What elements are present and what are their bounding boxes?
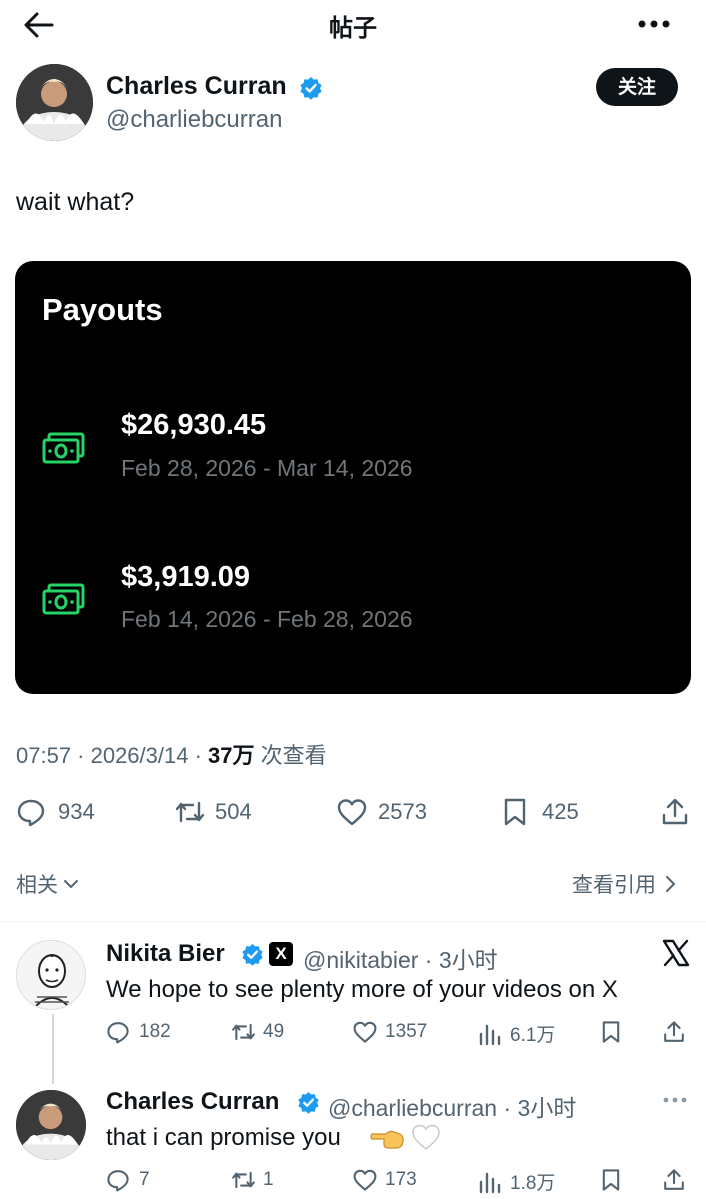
bookmark-button[interactable] — [599, 1168, 623, 1192]
x-logo-icon — [661, 938, 691, 968]
reply-author-name[interactable]: Nikita Bier — [106, 940, 225, 968]
cash-icon — [42, 582, 86, 616]
reply-text: We hope to see plenty more of your video… — [106, 976, 618, 1003]
like-button[interactable]: 2573 — [336, 797, 427, 827]
chevron-right-icon — [664, 874, 678, 894]
cash-icon — [42, 431, 86, 465]
retweet-icon — [230, 1020, 255, 1044]
post-meta: 07:57 · 2026/3/14 · 37万 次查看 — [16, 738, 327, 770]
bookmark-icon — [599, 1020, 623, 1044]
like-button[interactable]: 1357 — [352, 1020, 427, 1044]
reply-icon — [16, 797, 46, 827]
post-text: wait what? — [16, 188, 135, 216]
views-icon — [477, 1170, 501, 1194]
reply-text: that i can promise you — [106, 1124, 341, 1151]
view-quotes-link[interactable]: 查看引用 — [572, 869, 678, 899]
reply-icon — [106, 1020, 130, 1044]
payout-date-range: Feb 14, 2026 - Feb 28, 2026 — [121, 606, 413, 632]
related-dropdown[interactable]: 相关 — [16, 869, 80, 899]
bookmark-icon — [599, 1168, 623, 1192]
follow-button[interactable]: 关注 — [596, 68, 678, 106]
retweet-button[interactable]: 504 — [173, 797, 252, 827]
divider — [0, 921, 706, 922]
share-icon — [662, 1020, 686, 1044]
view-quotes-label: 查看引用 — [572, 873, 656, 897]
pointing-left-emoji — [370, 1122, 406, 1152]
white-heart-emoji — [410, 1122, 442, 1152]
like-icon — [336, 797, 367, 827]
retweet-icon — [230, 1168, 255, 1192]
author-avatar[interactable] — [16, 64, 93, 141]
share-icon — [662, 1168, 686, 1192]
reply-avatar[interactable] — [16, 1090, 86, 1160]
views-button[interactable]: 6.1万 — [477, 1020, 555, 1047]
retweet-button[interactable]: 1 — [230, 1168, 274, 1192]
author-name[interactable]: Charles Curran — [106, 72, 287, 101]
author-handle[interactable]: @charliebcurran — [106, 106, 282, 134]
bookmark-button[interactable]: 425 — [500, 797, 579, 827]
views-button[interactable]: 1.8万 — [477, 1168, 555, 1195]
view-count: 37万 — [208, 743, 255, 768]
chevron-down-icon — [62, 875, 80, 893]
retweet-count: 504 — [215, 799, 252, 824]
more-icon[interactable] — [636, 10, 672, 38]
post-timestamp: 07:57 · 2026/3/14 · — [16, 743, 209, 768]
retweet-count: 1 — [263, 1169, 274, 1190]
share-icon — [660, 797, 690, 827]
view-label: 次查看 — [254, 743, 327, 768]
reply-handle-time[interactable]: @nikitabier · 3小时 — [303, 941, 498, 975]
more-icon[interactable] — [662, 1090, 688, 1110]
reply-button[interactable]: 934 — [16, 797, 95, 827]
like-icon — [352, 1168, 377, 1192]
reply-count: 7 — [139, 1169, 150, 1190]
share-button[interactable] — [662, 1020, 686, 1044]
views-icon — [477, 1022, 501, 1046]
payout-amount: $26,930.45 — [121, 409, 267, 441]
payouts-title: Payouts — [42, 292, 163, 327]
reply-button[interactable]: 7 — [106, 1168, 150, 1192]
views-count: 6.1万 — [510, 1025, 556, 1046]
like-icon — [352, 1020, 377, 1044]
reply-author-name[interactable]: Charles Curran — [106, 1088, 279, 1116]
verified-icon — [241, 943, 264, 966]
reply-count: 934 — [58, 799, 95, 824]
retweet-count: 49 — [263, 1021, 285, 1042]
bookmark-button[interactable] — [599, 1020, 623, 1044]
reply-count: 182 — [139, 1021, 171, 1042]
share-button[interactable] — [660, 797, 690, 827]
like-count: 173 — [385, 1169, 417, 1190]
payout-amount: $3,919.09 — [121, 561, 251, 593]
reply-handle-time[interactable]: @charliebcurran · 3小时 — [328, 1089, 576, 1123]
x-affiliation-badge: X — [269, 942, 293, 966]
views-count: 1.8万 — [510, 1173, 556, 1194]
reply-icon — [106, 1168, 130, 1192]
like-button[interactable]: 173 — [352, 1168, 417, 1192]
related-label: 相关 — [16, 873, 58, 897]
like-count: 2573 — [378, 799, 427, 824]
bookmark-count: 425 — [542, 799, 579, 824]
payout-date-range: Feb 28, 2026 - Mar 14, 2026 — [121, 455, 413, 481]
verified-icon — [299, 76, 323, 100]
thread-line — [52, 1014, 54, 1084]
share-button[interactable] — [662, 1168, 686, 1192]
retweet-button[interactable]: 49 — [230, 1020, 284, 1044]
verified-icon — [297, 1091, 320, 1114]
reply-avatar[interactable] — [16, 940, 86, 1010]
like-count: 1357 — [385, 1021, 428, 1042]
bookmark-icon — [500, 797, 530, 827]
retweet-icon — [173, 797, 205, 827]
reply-button[interactable]: 182 — [106, 1020, 171, 1044]
page-title: 帖子 — [329, 14, 377, 42]
